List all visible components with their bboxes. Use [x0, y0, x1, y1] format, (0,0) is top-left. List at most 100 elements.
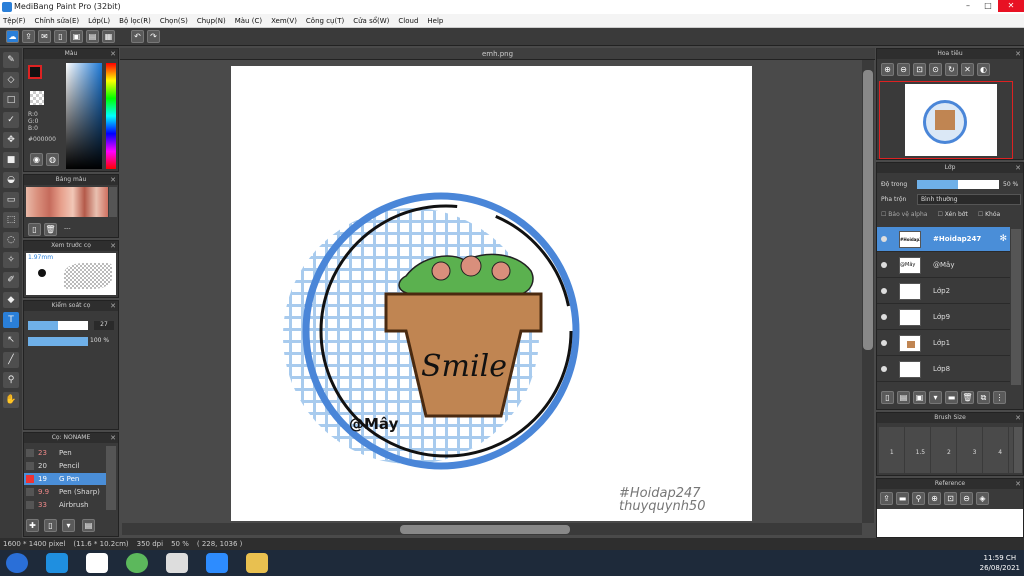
horizontal-scroll-thumb[interactable] — [400, 525, 570, 534]
eye-icon[interactable] — [881, 262, 887, 268]
eyedropper-icon[interactable]: ⚲ — [912, 492, 925, 505]
gradient-tool-icon[interactable]: ▭ — [3, 192, 19, 208]
share-icon[interactable]: ⇪ — [22, 30, 35, 43]
flip-icon[interactable]: ◐ — [977, 63, 990, 76]
grid-icon[interactable]: ▦ — [102, 30, 115, 43]
upload-icon[interactable]: ⇪ — [880, 492, 893, 505]
brush-item-gpen[interactable]: 19G Pen✻ — [24, 473, 116, 485]
zoom-out-icon[interactable]: ⊖ — [960, 492, 973, 505]
layer-copy-icon[interactable]: ▣ — [913, 391, 926, 404]
navigator-preview[interactable] — [879, 81, 1013, 159]
foreground-color-swatch[interactable] — [28, 65, 42, 79]
close-button[interactable]: ✕ — [998, 0, 1024, 12]
brush-size-value[interactable]: 27 — [94, 321, 114, 330]
layer-scrollbar[interactable] — [1011, 229, 1021, 385]
zoom-in-icon[interactable]: ⊕ — [881, 63, 894, 76]
chrome-icon[interactable] — [166, 553, 188, 573]
file-explorer-icon[interactable] — [246, 553, 268, 573]
eye-icon[interactable] — [881, 236, 887, 242]
menu-tools[interactable]: Công cụ(T) — [306, 17, 344, 25]
eyedropper-icon[interactable]: ⚲ — [3, 372, 19, 388]
layer-row-lop8[interactable]: Lớp8 — [877, 357, 1010, 382]
close-icon[interactable]: ✕ — [110, 433, 116, 443]
brush-list-scrollbar[interactable] — [106, 446, 116, 510]
eye-icon[interactable] — [881, 314, 887, 320]
menu-select[interactable]: Chọn(S) — [160, 17, 188, 25]
menu-edit[interactable]: Chỉnh sửa(E) — [35, 17, 80, 25]
palette-scrollbar[interactable] — [109, 187, 117, 217]
hand-tool-icon[interactable]: ✋ — [3, 392, 19, 408]
menu-snap[interactable]: Chụp(N) — [197, 17, 226, 25]
palette-swatches[interactable] — [26, 187, 108, 217]
vertical-scroll-thumb[interactable] — [863, 70, 873, 350]
export-icon[interactable]: ▤ — [86, 30, 99, 43]
delete-swatch-icon[interactable]: 🗑 — [44, 223, 57, 236]
brush-settings-icon[interactable]: ▤ — [82, 519, 95, 532]
zalo-icon[interactable] — [86, 553, 108, 573]
close-icon[interactable]: ✕ — [1015, 163, 1021, 173]
new-layer-icon[interactable]: ▯ — [881, 391, 894, 404]
new-swatch-icon[interactable]: ▯ — [28, 223, 41, 236]
lock-checkbox[interactable]: ☐ Khóa — [978, 211, 1000, 218]
zoom-app-icon[interactable] — [206, 553, 228, 573]
clipping-checkbox[interactable]: ☐ Xén bớt — [937, 211, 967, 218]
save-icon[interactable]: ▣ — [70, 30, 83, 43]
zoom-out-icon[interactable]: ⊖ — [897, 63, 910, 76]
brush-size-2[interactable]: 2 — [947, 449, 951, 456]
brush-size-3[interactable]: 3 — [973, 449, 977, 456]
move-tool-icon[interactable]: ✥ — [3, 132, 19, 148]
close-icon[interactable]: ✕ — [110, 175, 116, 185]
close-icon[interactable]: ✕ — [110, 241, 116, 251]
redo-icon[interactable]: ↷ — [147, 30, 160, 43]
layer-row-lop9[interactable]: Lớp9 — [877, 305, 1010, 330]
rotate-icon[interactable]: ↻ — [945, 63, 958, 76]
select-eraser-icon[interactable]: ◆ — [3, 292, 19, 308]
merge-icon[interactable]: ⧉ — [977, 391, 990, 404]
fill-rect-tool-icon[interactable]: ■ — [3, 152, 19, 168]
operation-tool-icon[interactable]: ↖ — [3, 332, 19, 348]
document-tab[interactable]: emh.png — [120, 48, 875, 60]
layer-row-hoidap[interactable]: #Hoidap247#Hoidap247✻ — [877, 227, 1010, 252]
maximize-button[interactable]: □ — [978, 0, 998, 12]
layer-menu-icon[interactable]: ▾ — [929, 391, 942, 404]
brush-size-4[interactable]: 4 — [998, 449, 1002, 456]
alpha-protect-checkbox[interactable]: ☐ Bảo vệ alpha — [881, 211, 927, 218]
open-folder-icon[interactable]: ▬ — [896, 492, 909, 505]
menu-layer[interactable]: Lớp(L) — [88, 17, 110, 25]
cloud-icon[interactable]: ☁ — [6, 30, 19, 43]
delete-layer-icon[interactable]: 🗑 — [961, 391, 974, 404]
brush-size-slider[interactable] — [28, 321, 88, 330]
saturation-value-picker[interactable] — [66, 63, 102, 169]
zoom-in-icon[interactable]: ⊕ — [928, 492, 941, 505]
layer-row-lop1[interactable]: Lớp1 — [877, 331, 1010, 356]
comment-icon[interactable]: ✉ — [38, 30, 51, 43]
hue-slider[interactable] — [106, 63, 116, 169]
zoom-icon[interactable]: ⊙ — [929, 63, 942, 76]
canvas-paper[interactable]: Smile @Mây #Hoidap247 thuyquynh50 — [231, 66, 752, 521]
magic-wand-icon[interactable]: ✧ — [3, 252, 19, 268]
menu-cloud[interactable]: Cloud — [398, 17, 418, 25]
menu-help[interactable]: Help — [427, 17, 443, 25]
coccoc-icon[interactable] — [126, 553, 148, 573]
brush-item-pencil[interactable]: 20 Pencil — [24, 460, 116, 472]
gear-icon[interactable]: ✻ — [999, 234, 1007, 244]
transparent-swatch[interactable] — [30, 91, 44, 105]
menu-file[interactable]: Tệp(F) — [3, 17, 26, 25]
fit-icon[interactable]: ⊡ — [913, 63, 926, 76]
brush-size-1[interactable]: 1 — [890, 449, 894, 456]
brush-item-airbrush[interactable]: 33 Airbrush — [24, 499, 116, 511]
bucket-tool-icon[interactable]: ◒ — [3, 172, 19, 188]
select-tool-icon[interactable]: ⬚ — [3, 212, 19, 228]
blend-mode-select[interactable]: Bình thường — [917, 194, 1021, 205]
menu-color[interactable]: Màu (C) — [235, 17, 262, 25]
brush-size-scrollbar[interactable] — [1014, 427, 1022, 473]
layer-row-may[interactable]: @Mây @Mây — [877, 253, 1010, 278]
eraser-tool-icon[interactable]: ◇ — [3, 72, 19, 88]
brush-item-pen-sharp[interactable]: 9.9 Pen (Sharp) — [24, 486, 116, 498]
shape-tool-icon[interactable]: □ — [3, 92, 19, 108]
brush-opacity-slider[interactable] — [28, 337, 88, 346]
folder-icon[interactable]: ▬ — [945, 391, 958, 404]
text-tool-icon[interactable]: T — [3, 312, 19, 328]
lasso-tool-icon[interactable]: ◌ — [3, 232, 19, 248]
start-icon[interactable] — [6, 553, 28, 573]
